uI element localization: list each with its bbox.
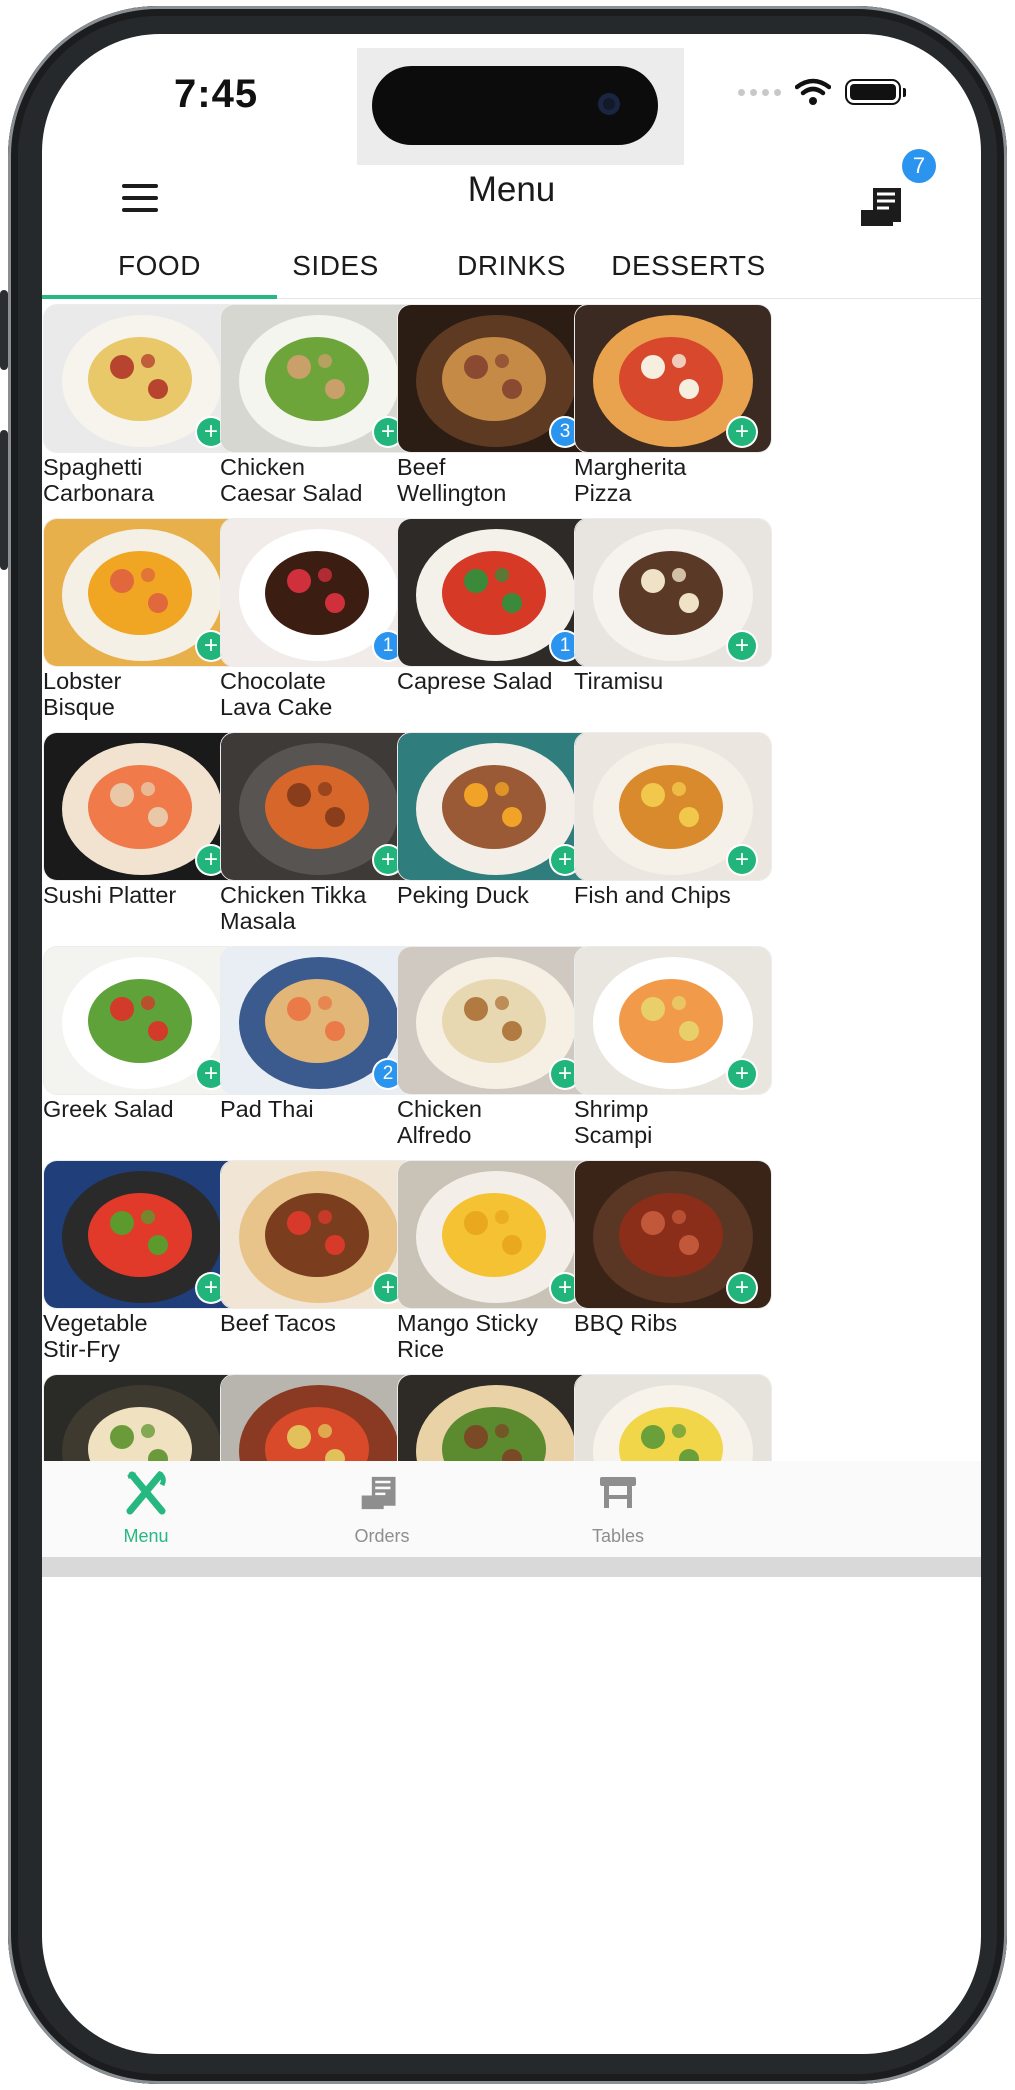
item-name-line2: Pizza <box>574 480 632 506</box>
item-name-line1: Greek Salad <box>43 1096 174 1122</box>
nav-orders-label: Orders <box>354 1526 410 1546</box>
item-name-line1: Pad Thai <box>220 1096 314 1122</box>
item-name-line2: Wellington <box>397 480 507 506</box>
item-name-line2: Lava Cake <box>220 694 333 720</box>
receipt-icon <box>361 1476 396 1510</box>
menu-item[interactable]: + <box>397 1374 597 1461</box>
item-name-line2: Carbonara <box>43 480 155 506</box>
item-name: Tiramisu <box>574 668 774 694</box>
item-name: Beef Wellington <box>397 454 597 506</box>
item-name: Lobster Bisque <box>43 668 243 720</box>
home-indicator-area <box>42 1557 981 1577</box>
item-name-line1: Spaghetti <box>43 454 143 480</box>
item-name: Chicken Alfredo <box>397 1096 597 1148</box>
item-name: Fish and Chips <box>574 882 774 908</box>
item-name: Mango Sticky Rice <box>397 1310 597 1362</box>
benedict-photo <box>574 1374 772 1461</box>
item-name-line2: Alfredo <box>397 1122 472 1148</box>
item-name: Spaghetti Carbonara <box>43 454 243 506</box>
ramen-photo <box>43 1374 241 1461</box>
add-item-button[interactable]: + <box>728 1274 756 1302</box>
item-name: Vegetable Stir-Fry <box>43 1310 243 1362</box>
bottom-nav: Menu Orders Tables <box>42 1461 981 1561</box>
add-item-button[interactable]: + <box>728 1060 756 1088</box>
item-name: Greek Salad <box>43 1096 243 1122</box>
nav-menu[interactable]: Menu <box>76 1470 216 1547</box>
item-name-line1: Beef Tacos <box>220 1310 336 1336</box>
item-name-line1: Caprese Salad <box>397 668 553 694</box>
item-name-line1: Chicken <box>397 1096 482 1122</box>
menu-item[interactable]: + <box>220 1374 420 1461</box>
fork-knife-icon <box>126 1470 166 1515</box>
item-name: Shrimp Scampi <box>574 1096 774 1148</box>
menu-item[interactable]: + <box>43 1374 243 1461</box>
item-name-line1: Chocolate <box>220 668 326 694</box>
item-name-line1: Tiramisu <box>574 668 664 694</box>
tab-desserts[interactable]: DESSERTS <box>571 234 806 298</box>
receipt-icon <box>861 188 901 226</box>
nav-tables[interactable]: Tables <box>548 1471 688 1547</box>
item-name-line2: Bisque <box>43 694 115 720</box>
table-icon <box>600 1477 636 1508</box>
status-icons <box>738 78 906 106</box>
ratatouille-photo <box>220 1374 418 1461</box>
item-name: Beef Tacos <box>220 1310 420 1336</box>
page-title: Menu <box>467 170 556 209</box>
item-name-line2: Stir-Fry <box>43 1336 121 1362</box>
item-name: Margherita Pizza <box>574 454 774 506</box>
menu-grid: + Spaghetti Carbonara + Chicken Caesar Salad 3… <box>42 304 981 1461</box>
item-name-line1: Lobster <box>43 668 122 694</box>
cart-count-badge: 7 <box>902 149 936 183</box>
item-name-line1: Sushi Platter <box>43 882 177 908</box>
item-name-line1: Shrimp <box>574 1096 649 1122</box>
cart-button[interactable] <box>859 184 911 230</box>
camera-icon <box>598 93 620 115</box>
item-name-line1: Mango Sticky <box>397 1310 539 1336</box>
battery-icon <box>845 79 906 105</box>
item-name-line2: Caesar Salad <box>220 480 363 506</box>
item-name: Chicken Tikka Masala <box>220 882 420 934</box>
item-name-line1: Chicken Tikka <box>220 882 367 908</box>
item-name: Sushi Platter <box>43 882 243 908</box>
side-button <box>0 290 8 370</box>
category-tabs: FOOD SIDES DRINKS DESSERTS <box>42 234 981 299</box>
item-name-line1: Fish and Chips <box>574 882 731 908</box>
item-name: BBQ Ribs <box>574 1310 774 1336</box>
item-name: Chicken Caesar Salad <box>220 454 420 506</box>
item-name-line1: BBQ Ribs <box>574 1310 678 1336</box>
signal-icon <box>738 88 781 96</box>
item-name-line1: Peking Duck <box>397 882 529 908</box>
item-name: Chocolate Lava Cake <box>220 668 420 720</box>
add-item-button[interactable]: + <box>728 632 756 660</box>
item-name: Caprese Salad <box>397 668 597 694</box>
item-name-line2: Masala <box>220 908 296 934</box>
add-item-button[interactable]: + <box>728 418 756 446</box>
item-name-line1: Margherita <box>574 454 687 480</box>
nav-menu-label: Menu <box>123 1526 169 1546</box>
item-name: Pad Thai <box>220 1096 420 1122</box>
wifi-icon <box>795 78 831 105</box>
add-item-button[interactable]: + <box>728 846 756 874</box>
item-name-line2: Rice <box>397 1336 445 1362</box>
wrap-photo <box>397 1374 595 1461</box>
item-name-line1: Beef <box>397 454 446 480</box>
nav-tables-label: Tables <box>591 1526 645 1546</box>
menu-item[interactable]: + <box>574 1374 774 1461</box>
item-name: Peking Duck <box>397 882 597 908</box>
volume-button <box>0 430 8 570</box>
status-time: 7:45 <box>174 72 259 116</box>
nav-orders[interactable]: Orders <box>312 1471 452 1547</box>
dynamic-island <box>372 66 658 145</box>
item-name-line1: Chicken <box>220 454 305 480</box>
item-name-line2: Scampi <box>574 1122 653 1148</box>
item-name-line1: Vegetable <box>43 1310 148 1336</box>
app-screen: 7:45 Menu 7 FOOD SIDES DRINKS DESSERTS +… <box>42 34 981 2054</box>
